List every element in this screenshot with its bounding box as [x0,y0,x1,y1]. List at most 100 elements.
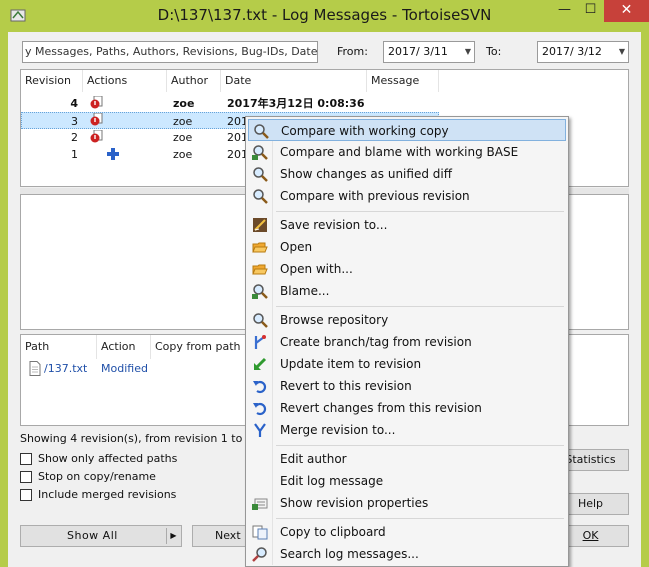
minimize-button[interactable]: — [552,0,577,22]
menu-item-merge-revision[interactable]: Merge revision to... [248,419,566,441]
added-action-icon [107,148,119,160]
menu-item-blame[interactable]: Blame... [248,280,566,302]
menu-item-label: Revert changes from this revision [280,401,482,415]
revision-number: 1 [71,148,78,161]
to-label: To: [486,45,502,58]
column-header-author[interactable]: Author [167,70,221,92]
menu-item-create-branch[interactable]: Create branch/tag from revision [248,331,566,353]
menu-item-edit-log-message[interactable]: Edit log message [248,470,566,492]
column-header-path[interactable]: Path [21,335,97,359]
column-header-action[interactable]: Action [97,335,151,359]
modified-action-icon [90,96,103,109]
from-date-picker[interactable]: 2017/ 3/11 ▼ [383,41,475,63]
blame-compare-icon [252,145,268,160]
magnifier-icon [253,189,268,204]
menu-item-browse-repository[interactable]: Browse repository [248,309,566,331]
include-merged-label[interactable]: Include merged revisions [38,488,176,501]
changed-path: /137.txt [44,362,88,375]
update-arrow-icon [254,357,267,370]
revision-number: 4 [70,97,78,110]
show-only-affected-label[interactable]: Show only affected paths [38,452,177,465]
column-header-actions[interactable]: Actions [83,70,167,92]
open-folder-icon [252,264,268,275]
modified-action-icon [90,113,103,126]
search-icon [252,547,267,562]
menu-item-label: Blame... [280,284,330,298]
menu-item-label: Save revision to... [280,218,388,232]
branch-icon [254,335,266,349]
next-100-button[interactable]: Next [192,525,252,547]
magnifier-icon [254,124,269,139]
menu-item-label: Compare with previous revision [280,189,470,203]
menu-item-label: Create branch/tag from revision [280,335,472,349]
revert-icon [253,380,267,394]
chevron-down-icon[interactable]: ▼ [619,47,625,56]
properties-icon [252,498,268,510]
blame-icon [252,284,268,299]
menu-item-copy-to-clipboard[interactable]: Copy to clipboard [248,521,566,543]
menu-item-label: Revert to this revision [280,379,412,393]
menu-item-open-with[interactable]: Open with... [248,258,566,280]
menu-item-revert-to-revision[interactable]: Revert to this revision [248,375,566,397]
revision-number: 2 [71,131,78,144]
show-all-button[interactable]: Show All [20,525,182,547]
revision-number: 3 [71,115,78,128]
menu-item-label: Show revision properties [280,496,429,510]
revision-date: 2017年3月12日 0:08:36 [227,97,365,110]
modified-action-icon [90,130,103,143]
menu-item-label: Edit author [280,452,347,466]
chevron-down-icon[interactable]: ▼ [465,47,471,56]
column-header-message[interactable]: Message [367,70,439,92]
revision-author: zoe [173,115,193,128]
show-only-affected-checkbox[interactable] [20,453,32,465]
menu-item-label: Open with... [280,262,353,276]
column-header-date[interactable]: Date [221,70,367,92]
menu-item-label: Compare and blame with working BASE [280,145,519,159]
menu-item-label: Copy to clipboard [280,525,386,539]
menu-item-label: Edit log message [280,474,384,488]
maximize-button[interactable]: ☐ [578,0,603,22]
menu-item-label: Open [280,240,313,254]
menu-item-compare-blame-base[interactable]: Compare and blame with working BASE [248,141,566,163]
menu-item-revert-changes[interactable]: Revert changes from this revision [248,397,566,419]
menu-item-label: Search log messages... [280,547,419,561]
revision-author: zoe [173,148,193,161]
revision-author: zoe [173,131,193,144]
menu-separator [276,518,564,519]
show-all-dropdown-arrow-icon[interactable]: ▶ [166,528,180,544]
save-icon [253,218,267,232]
stop-on-copy-checkbox[interactable] [20,471,32,483]
table-row[interactable]: 4 zoe 2017年3月12日 0:08:36 [21,95,629,112]
revert-icon [253,402,267,416]
menu-item-search-log-messages[interactable]: Search log messages... [248,543,566,565]
from-date-value: 2017/ 3/11 [388,45,448,58]
menu-item-show-revision-properties[interactable]: Show revision properties [248,492,566,514]
menu-item-update-to-revision[interactable]: Update item to revision [248,353,566,375]
menu-item-label: Update item to revision [280,357,422,371]
context-menu: Compare with working copy Compare and bl… [245,116,569,567]
menu-separator [276,445,564,446]
menu-item-save-revision[interactable]: Save revision to... [248,214,566,236]
file-icon [29,361,41,376]
stop-on-copy-label[interactable]: Stop on copy/rename [38,470,156,483]
open-folder-icon [252,242,268,253]
close-button[interactable]: ✕ [604,0,649,22]
magnifier-icon [253,167,268,182]
include-merged-checkbox[interactable] [20,489,32,501]
menu-item-unified-diff[interactable]: Show changes as unified diff [248,163,566,185]
search-input[interactable]: y Messages, Paths, Authors, Revisions, B… [22,41,318,63]
menu-item-compare-working-copy[interactable]: Compare with working copy [248,119,566,141]
menu-item-edit-author[interactable]: Edit author [248,448,566,470]
menu-separator [276,211,564,212]
column-header-revision[interactable]: Revision [21,70,83,92]
to-date-picker[interactable]: 2017/ 3/12 ▼ [537,41,629,63]
menu-item-label: Compare with working copy [281,124,449,138]
from-label: From: [337,45,368,58]
menu-item-open[interactable]: Open [248,236,566,258]
menu-item-label: Show changes as unified diff [280,167,452,181]
changed-action: Modified [101,362,148,375]
menu-separator [276,306,564,307]
merge-icon [254,423,266,437]
menu-item-compare-previous[interactable]: Compare with previous revision [248,185,566,207]
menu-item-label: Browse repository [280,313,389,327]
